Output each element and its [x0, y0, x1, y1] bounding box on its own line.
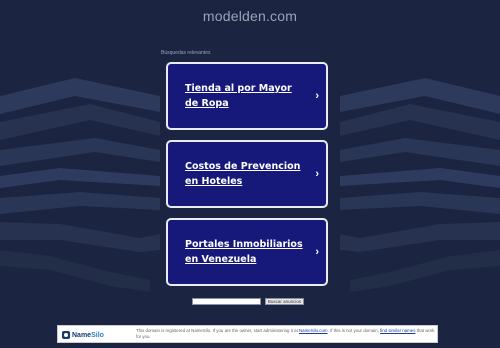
namesilo-logo[interactable]: NameSilo [62, 330, 104, 340]
notice-text: This domain is registered at NameSilo. I… [136, 328, 435, 339]
registrar-notice: NameSilo This domain is registered at Na… [57, 325, 438, 343]
chevron-right-icon: › [315, 168, 319, 180]
chevron-right-icon: › [315, 90, 319, 102]
search-button[interactable]: Buscar anuncios [265, 298, 304, 305]
namesilo-logo-text: NameSilo [72, 331, 104, 339]
namesilo-link[interactable]: NameSilo.com [299, 328, 328, 333]
related-link-label[interactable]: Costos de Prevencion en Hoteles [185, 159, 303, 189]
related-link-2[interactable]: Costos de Prevencion en Hoteles › [166, 140, 328, 208]
namesilo-logo-icon [62, 331, 70, 339]
related-link-label[interactable]: Tienda al por Mayor de Ropa [185, 81, 303, 111]
related-link-label[interactable]: Portales Inmobiliarios en Venezuela [185, 237, 303, 267]
related-searches-label: Búsquedas relevantes [161, 50, 211, 56]
related-link-3[interactable]: Portales Inmobiliarios en Venezuela › [166, 218, 328, 286]
find-similar-link[interactable]: find similar names [380, 328, 415, 333]
chevron-right-icon: › [315, 246, 319, 258]
site-domain-title: modelden.com [202, 8, 298, 24]
search-input[interactable] [192, 298, 261, 305]
related-link-1[interactable]: Tienda al por Mayor de Ropa › [166, 62, 328, 130]
